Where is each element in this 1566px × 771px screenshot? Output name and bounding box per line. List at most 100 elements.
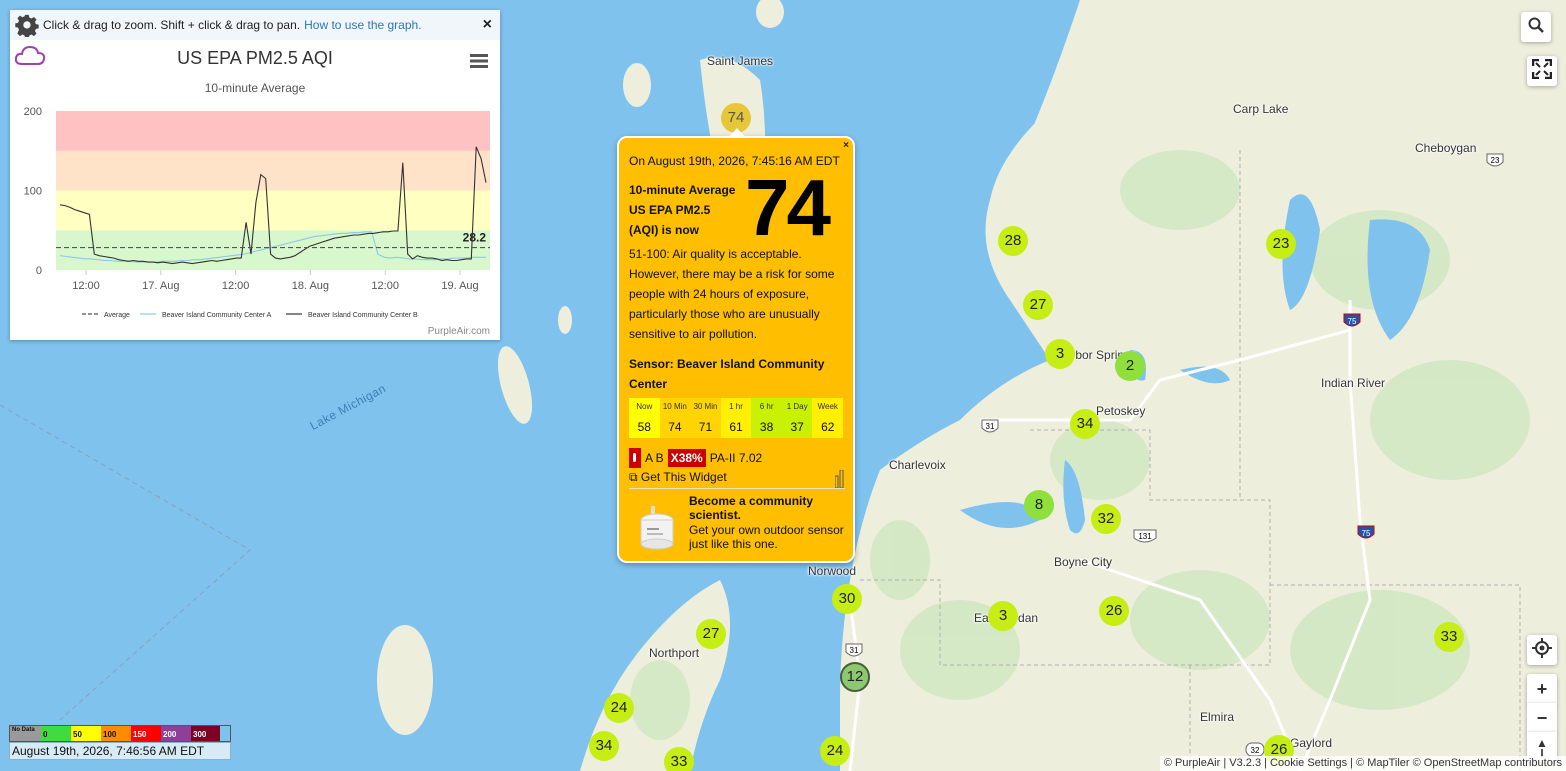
promo-text[interactable]: Get your own outdoor sensor just like th…: [689, 523, 849, 551]
history-cell: 1 Day 37: [781, 398, 813, 438]
history-cell-value: 71: [698, 420, 713, 434]
sensor-marker-selected[interactable]: 12: [840, 662, 870, 692]
sensor-marker[interactable]: 33: [1434, 622, 1464, 652]
popup-close-button[interactable]: ×: [843, 140, 849, 151]
history-cell-value: 38: [759, 420, 774, 434]
zoom-out-button[interactable]: −: [1527, 703, 1557, 733]
map-label-saint-james: Saint James: [707, 54, 774, 68]
channel-ab: A B: [645, 451, 664, 465]
map-label-boyne-city: Boyne City: [1054, 555, 1113, 569]
sensor-marker[interactable]: 24: [820, 736, 850, 766]
popup-status-row: A B X38% PA-II 7.02: [629, 448, 847, 468]
map-label-northport: Northport: [649, 646, 700, 660]
popup-description: 51-100: Air quality is acceptable. Howev…: [629, 247, 835, 341]
sensor-marker[interactable]: 23: [1266, 229, 1296, 259]
legend-segment: 50: [71, 726, 101, 741]
sensor-marker[interactable]: 3: [988, 601, 1018, 631]
aqi-legend: No Data 0 50 100 150 200 300 August 19th, 2026…: [9, 725, 231, 760]
sensor-marker[interactable]: 33: [664, 747, 694, 771]
legend-scale: No Data 0 50 100 150 200 300: [9, 725, 231, 742]
x-tick-label: 19. Aug: [441, 280, 478, 292]
history-cell-head: 1 hr: [729, 402, 743, 411]
map-label-petoskey: Petoskey: [1096, 404, 1146, 418]
channel-disagreement-badge: X38%: [667, 449, 706, 467]
sensor-marker[interactable]: 27: [696, 619, 726, 649]
sensor-marker[interactable]: 28: [998, 226, 1028, 256]
zoom-in-button[interactable]: +: [1527, 674, 1557, 704]
sensor-device-icon[interactable]: [637, 506, 677, 557]
legend-segment: 100: [101, 726, 131, 741]
sensor-marker[interactable]: 8: [1024, 490, 1054, 520]
signal-bars-icon[interactable]: [834, 469, 845, 493]
sensor-model: PA-II 7.02: [709, 451, 763, 465]
history-cell: Week 62: [812, 398, 844, 438]
history-cell: Now 58: [629, 398, 660, 438]
road-shield: 75: [1357, 525, 1375, 539]
widget-icon: ⧉: [629, 470, 638, 484]
sensor-marker[interactable]: 24: [604, 693, 634, 723]
svg-text:31: 31: [850, 646, 859, 655]
sensor-marker[interactable]: 3: [1045, 339, 1075, 369]
fullscreen-button[interactable]: [1527, 56, 1557, 86]
get-widget-link[interactable]: ⧉ Get This Widget: [629, 470, 727, 485]
chart-plot[interactable]: 0 100 200 12:00 17. Aug 12:00 18. Aug 12:00 19. …: [10, 10, 500, 340]
sensor-marker[interactable]: 27: [1023, 290, 1053, 320]
history-cell-head: 10 Min: [662, 402, 687, 411]
land-island-4: [558, 306, 572, 334]
legend-item: Beaver Island Community Center A: [162, 312, 272, 319]
svg-text:131: 131: [1138, 532, 1152, 541]
popup-divider: [629, 488, 845, 489]
svg-text:75: 75: [1362, 529, 1371, 538]
road-shield: 23: [1486, 153, 1504, 167]
search-icon: [1528, 17, 1544, 38]
locate-button[interactable]: [1527, 635, 1557, 665]
y-tick-label: 100: [24, 186, 42, 198]
land-island-3: [377, 625, 433, 735]
chart-panel[interactable]: Click & drag to zoom. Shift + click & dr…: [10, 10, 500, 340]
sensor-marker[interactable]: 34: [589, 731, 619, 761]
popup-metric-label: 10-minute Average US EPA PM2.5 (AQI) is …: [629, 180, 747, 240]
legend-date: August 19th, 2026, 7:46:56 AM EDT: [9, 742, 231, 760]
legend-item: Average: [104, 312, 130, 319]
search-button[interactable]: [1521, 12, 1551, 42]
popup-label-line: US EPA PM2.5: [629, 203, 711, 217]
map-label-cheboygan: Cheboygan: [1415, 141, 1477, 155]
x-tick-label: 17. Aug: [142, 280, 179, 292]
locate-icon: [1532, 637, 1552, 663]
svg-text:31: 31: [986, 422, 995, 431]
history-cell-head: Week: [817, 402, 838, 411]
sensor-popup[interactable]: × On August 19th, 2026, 7:45:16 AM EDT 1…: [617, 128, 855, 563]
map-label-elmira: Elmira: [1200, 710, 1235, 724]
thermometer-icon: [629, 448, 641, 468]
road-shield: 31: [845, 643, 863, 657]
chart-credit[interactable]: PurpleAir.com: [428, 326, 490, 337]
popup-sensor-name: Sensor: Beaver Island Community Center: [629, 357, 825, 391]
sensor-marker[interactable]: 30: [832, 584, 862, 614]
y-tick-label: 200: [24, 106, 42, 118]
popup-history-table: Now 58 10 Min 74 30 Min 71 1 hr 61 6 hr 38 1 Day 37…: [629, 398, 844, 438]
promo-title[interactable]: Become a community scientist.: [689, 494, 839, 522]
map-attribution[interactable]: © PurpleAir | V3.2.3 | Cookie Settings |…: [1159, 756, 1566, 771]
history-cell-value: 74: [668, 420, 682, 434]
history-cell-head: Now: [636, 402, 653, 411]
legend-item: Beaver Island Community Center B: [308, 312, 418, 319]
x-tick-label: 12:00: [371, 280, 399, 292]
sensor-marker[interactable]: 26: [1099, 596, 1129, 626]
popup-aqi-value: 74: [745, 163, 831, 252]
history-cell: 6 hr 38: [751, 398, 782, 438]
aqi-band: [56, 230, 490, 270]
history-cell: 10 Min 74: [659, 398, 691, 438]
x-tick-label: 18. Aug: [292, 280, 329, 292]
legend-segment: 200: [161, 726, 191, 741]
history-cell: 30 Min 71: [690, 398, 721, 438]
fullscreen-icon: [1531, 58, 1553, 84]
aqi-band: [56, 150, 490, 191]
x-tick-label: 12:00: [222, 280, 250, 292]
sensor-marker[interactable]: 2: [1115, 351, 1145, 381]
legend-segment: 300: [191, 726, 220, 741]
history-cell-value: 61: [729, 420, 743, 434]
sensor-marker[interactable]: 34: [1070, 409, 1100, 439]
sensor-marker[interactable]: 32: [1091, 504, 1121, 534]
history-cell-head: 30 Min: [693, 402, 718, 411]
history-cell-value: 62: [821, 420, 835, 434]
